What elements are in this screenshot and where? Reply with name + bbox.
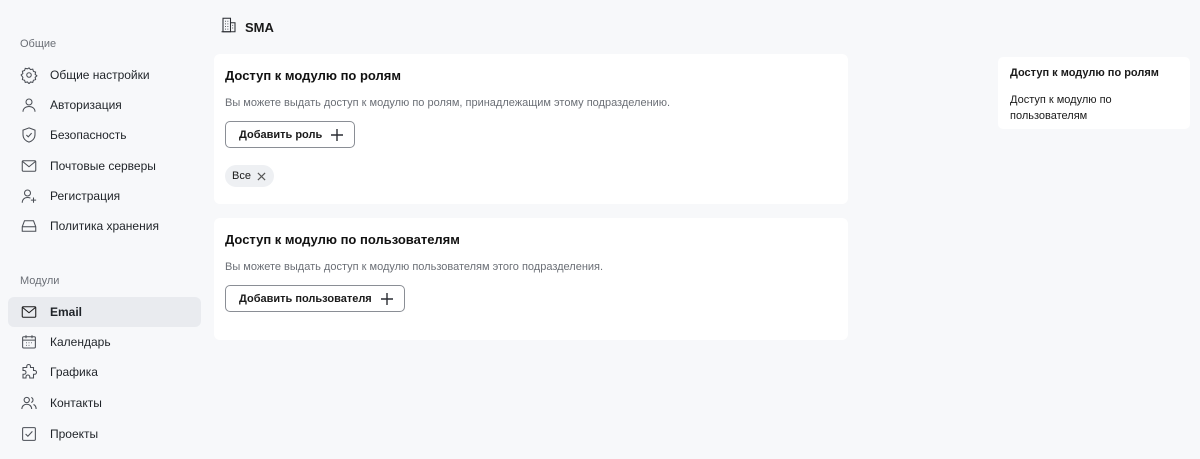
sidebar-item-label: Авторизация	[50, 98, 122, 112]
sidebar-item-calendar[interactable]: Календарь	[8, 327, 201, 357]
plus-icon	[380, 292, 394, 306]
envelope-icon	[20, 303, 38, 321]
user-icon	[20, 96, 38, 114]
user-plus-icon	[20, 187, 38, 205]
sidebar-item-label: Контакты	[50, 396, 102, 410]
card-description: Вы можете выдать доступ к модулю по роля…	[225, 97, 671, 109]
users-access-card: Доступ к модулю по пользователям Вы може…	[214, 218, 848, 340]
section-anchor-nav: Доступ к модулю по ролям Доступ к модулю…	[998, 57, 1190, 129]
sidebar-item-label: Регистрация	[50, 189, 121, 203]
sidebar-item-label: Политика хранения	[50, 219, 159, 233]
sidebar-item-label: Проекты	[50, 427, 99, 441]
add-user-button[interactable]: Добавить пользователя	[225, 285, 405, 312]
sidebar: Общие Общие настройки Авторизация Безопа…	[0, 0, 210, 459]
role-chip: Все	[225, 165, 274, 187]
gear-icon	[20, 66, 38, 84]
sidebar-item-label: Безопасность	[50, 128, 127, 142]
sidebar-item-authorization[interactable]: Авторизация	[8, 90, 201, 120]
sidebar-item-label: Общие настройки	[50, 68, 150, 82]
sidebar-item-projects[interactable]: Проекты	[8, 419, 201, 449]
sidebar-item-retention-policy[interactable]: Политика хранения	[8, 211, 201, 241]
add-role-button[interactable]: Добавить роль	[225, 121, 356, 148]
storage-icon	[20, 217, 38, 235]
section-label-general: Общие	[20, 38, 57, 50]
building-icon	[220, 16, 238, 39]
sidebar-item-contacts[interactable]: Контакты	[8, 388, 201, 418]
add-role-button-label: Добавить роль	[239, 128, 323, 141]
role-chip-label: Все	[232, 170, 251, 182]
users-icon	[20, 394, 38, 412]
card-title: Доступ к модулю по пользователям	[225, 232, 460, 247]
sidebar-item-mail-servers[interactable]: Почтовые серверы	[8, 151, 201, 181]
sidebar-item-email[interactable]: Email	[8, 297, 201, 327]
plus-icon	[330, 128, 344, 142]
checkbox-icon	[20, 425, 38, 443]
envelope-icon	[20, 157, 38, 175]
calendar-icon	[20, 333, 38, 351]
card-title: Доступ к модулю по ролям	[225, 68, 402, 83]
sidebar-item-security[interactable]: Безопасность	[8, 120, 201, 150]
anchor-link-roles[interactable]: Доступ к модулю по ролям	[1010, 65, 1170, 81]
close-icon[interactable]	[257, 171, 266, 181]
roles-access-card: Доступ к модулю по ролям Вы можете выдат…	[214, 54, 848, 204]
anchor-link-users[interactable]: Доступ к модулю по пользователям	[1010, 92, 1170, 124]
sidebar-item-graphics[interactable]: Графика	[8, 357, 201, 387]
page-title: SMA	[245, 20, 274, 35]
card-description: Вы можете выдать доступ к модулю пользов…	[225, 261, 604, 273]
add-user-button-label: Добавить пользователя	[239, 292, 372, 305]
sidebar-item-general-settings[interactable]: Общие настройки	[8, 60, 201, 90]
sidebar-item-label: Календарь	[50, 335, 111, 349]
section-label-modules: Модули	[20, 275, 60, 287]
sidebar-item-label: Графика	[50, 365, 98, 379]
settings-page: Общие Общие настройки Авторизация Безопа…	[0, 0, 1200, 459]
page-header: SMA	[220, 16, 274, 39]
sidebar-item-label: Почтовые серверы	[50, 159, 156, 173]
puzzle-icon	[20, 363, 38, 381]
shield-check-icon	[20, 126, 38, 144]
sidebar-item-registration[interactable]: Регистрация	[8, 181, 201, 211]
sidebar-item-label: Email	[50, 305, 83, 319]
